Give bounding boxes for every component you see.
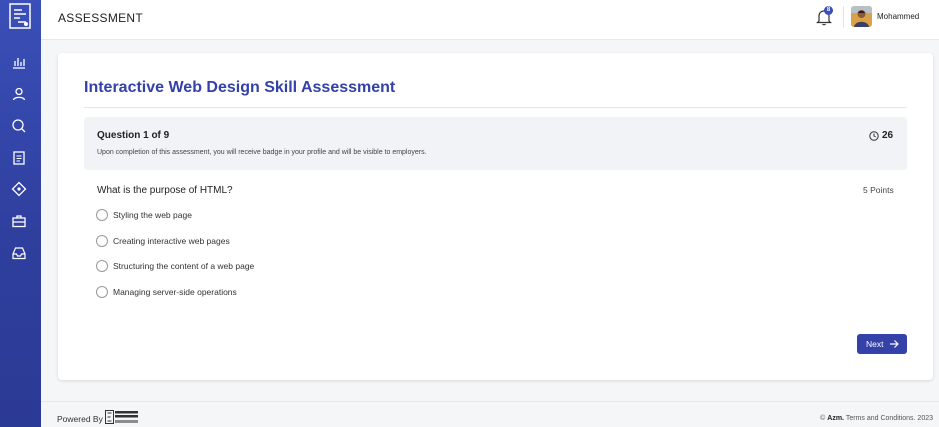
header-divider bbox=[843, 6, 844, 28]
fifth-element-logo[interactable] bbox=[105, 410, 139, 425]
question-points: 5 Points bbox=[863, 185, 894, 195]
diamond-badge-icon[interactable] bbox=[11, 181, 27, 197]
next-button[interactable]: Next bbox=[857, 334, 907, 354]
page-title: ASSESSMENT bbox=[58, 11, 144, 25]
title-divider bbox=[84, 107, 907, 108]
company-name[interactable]: Azm. bbox=[827, 415, 844, 422]
assessment-title: Interactive Web Design Skill Assessment bbox=[84, 79, 396, 96]
app-logo-icon[interactable] bbox=[8, 2, 32, 30]
answer-option-label: Creating interactive web pages bbox=[113, 236, 230, 246]
avatar[interactable] bbox=[851, 6, 872, 27]
notification-badge: 8 bbox=[824, 6, 833, 15]
radio-button[interactable] bbox=[96, 286, 108, 298]
assessment-description: Upon completion of this assessment, you … bbox=[97, 149, 427, 156]
radio-button[interactable] bbox=[96, 260, 108, 272]
question-info-box: Question 1 of 9 Upon completion of this … bbox=[84, 117, 907, 170]
user-name[interactable]: Mohammed bbox=[877, 12, 919, 21]
footer: Powered By © Azm. Terms and Conditions. … bbox=[41, 401, 939, 427]
inbox-icon[interactable] bbox=[11, 245, 27, 261]
search-chat-icon[interactable] bbox=[11, 118, 27, 134]
arrow-right-icon bbox=[890, 340, 899, 348]
assessment-card: Interactive Web Design Skill Assessment … bbox=[58, 53, 933, 380]
bar-chart-icon[interactable] bbox=[11, 54, 27, 70]
question-progress: Question 1 of 9 bbox=[97, 130, 170, 141]
top-bar: ASSESSMENT 8 Mohammed bbox=[41, 0, 939, 40]
document-icon[interactable] bbox=[11, 150, 27, 166]
copyright-text: © Azm. Terms and Conditions. 2023 bbox=[820, 415, 933, 422]
answer-option-label: Styling the web page bbox=[113, 210, 192, 220]
radio-button[interactable] bbox=[96, 235, 108, 247]
answer-option-label: Structuring the content of a web page bbox=[113, 261, 255, 271]
radio-button[interactable] bbox=[96, 209, 108, 221]
terms-link[interactable]: Terms and Conditions. 2023 bbox=[844, 415, 933, 422]
answer-option-label: Managing server-side operations bbox=[113, 287, 237, 297]
next-button-label: Next bbox=[866, 339, 884, 349]
clock-icon bbox=[869, 131, 879, 141]
question-text: What is the purpose of HTML? bbox=[97, 185, 233, 196]
timer-value: 26 bbox=[882, 130, 894, 141]
briefcase-icon[interactable] bbox=[11, 213, 27, 229]
powered-by-label: Powered By bbox=[57, 414, 103, 424]
sidebar bbox=[0, 0, 41, 427]
user-icon[interactable] bbox=[11, 86, 27, 102]
